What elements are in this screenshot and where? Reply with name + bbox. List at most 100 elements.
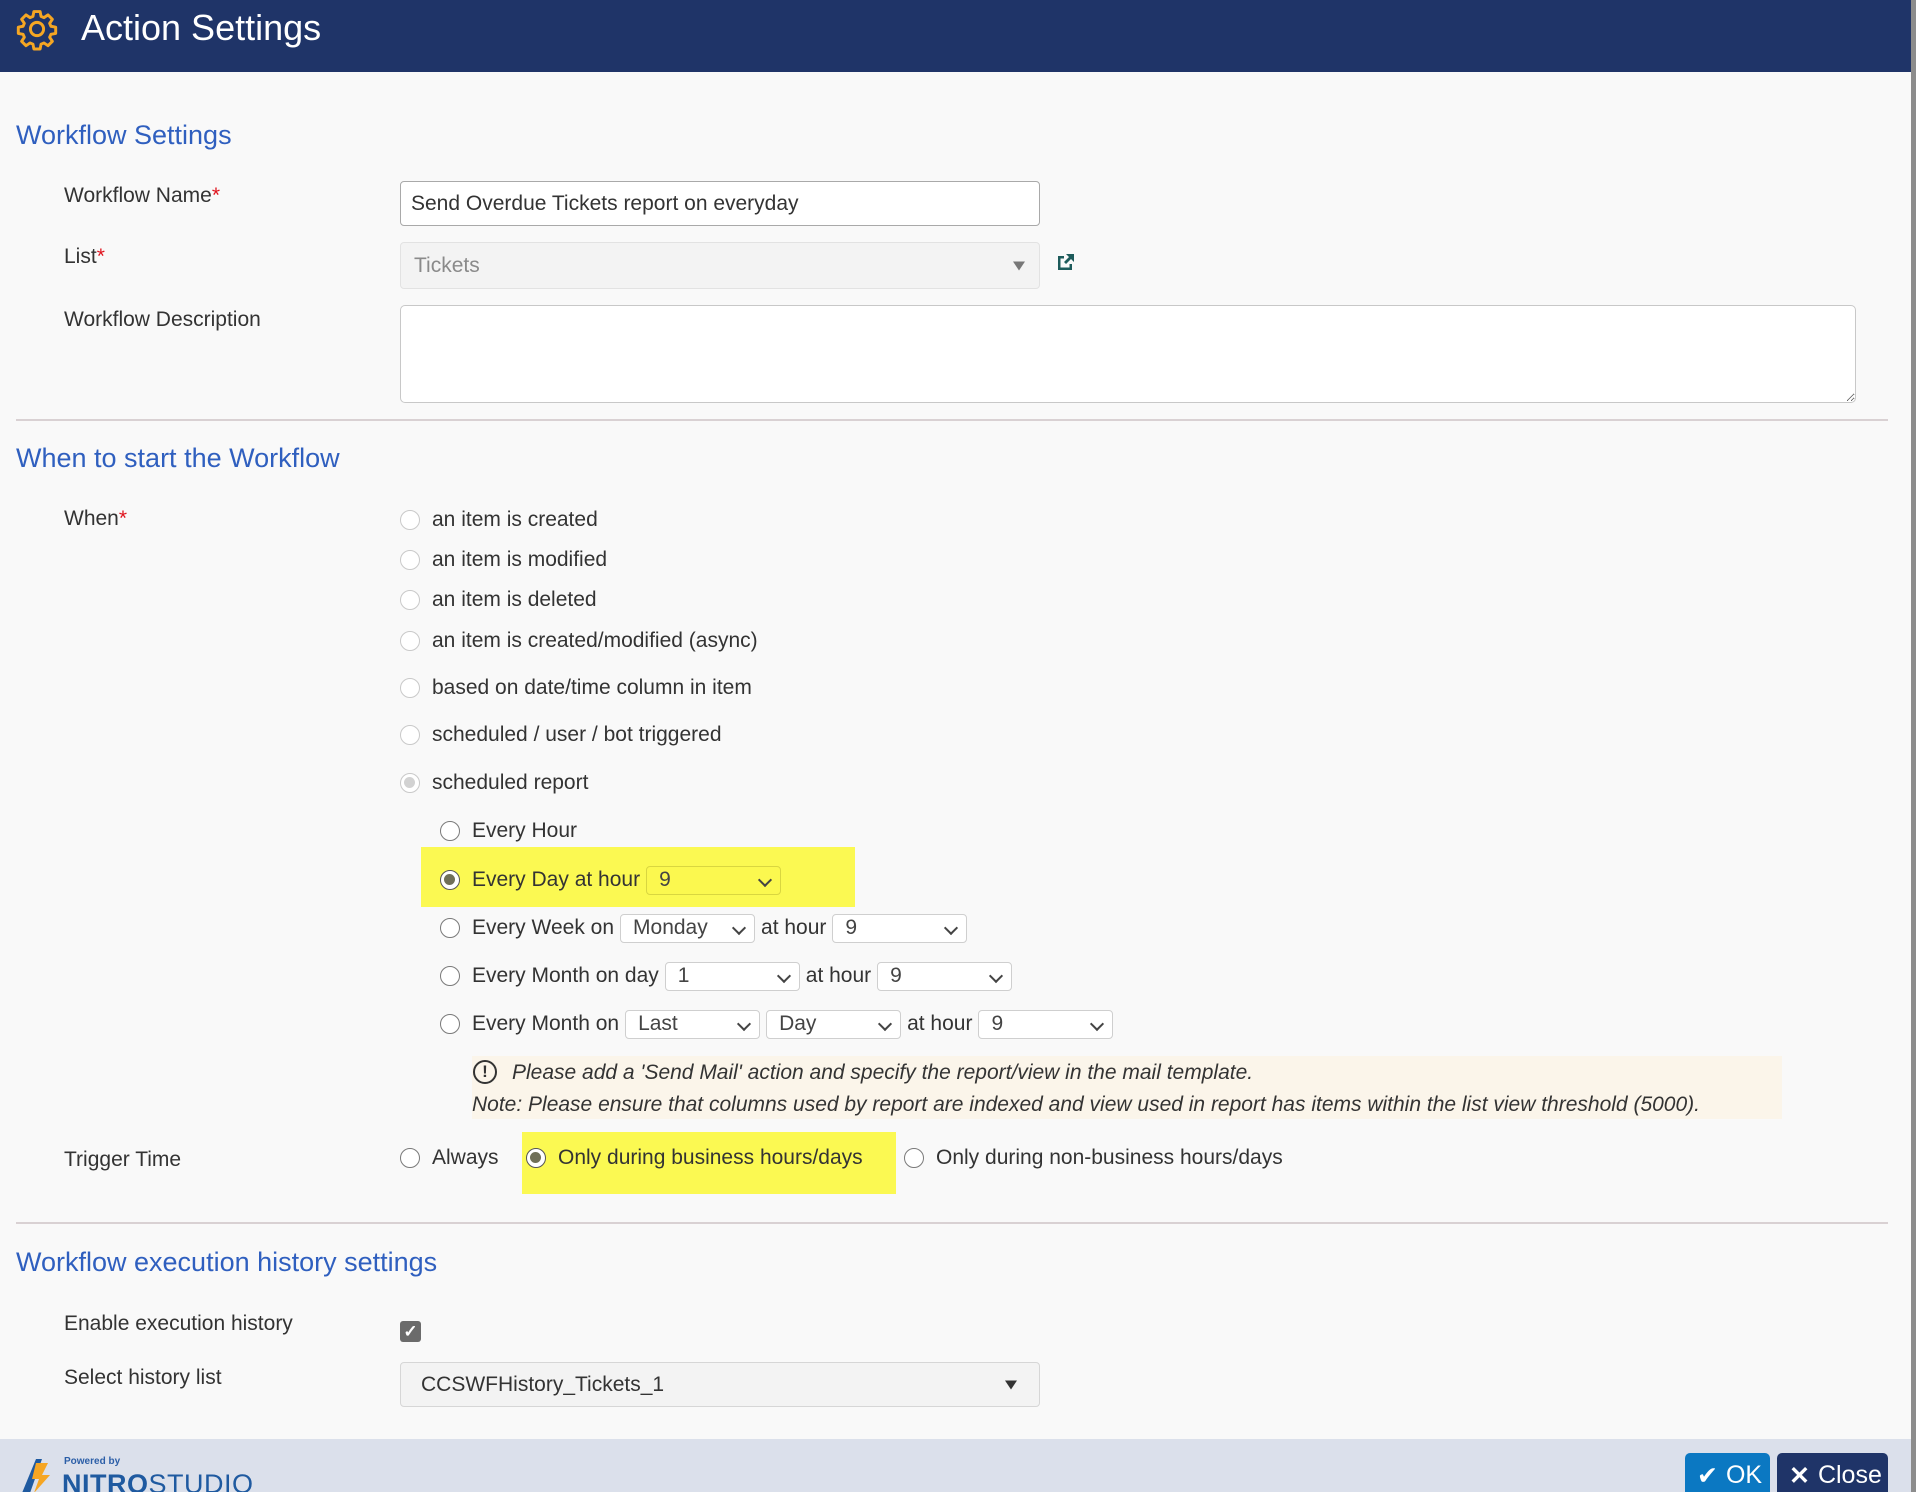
when-option-scheduled-report[interactable]: scheduled report (400, 768, 588, 798)
workflow-name-input[interactable] (400, 181, 1040, 226)
every-month-unit-select[interactable]: Day (766, 1009, 902, 1039)
select-value: 9 (890, 964, 902, 987)
close-label: Close (1817, 1461, 1882, 1489)
notice-line-2: Note: Please ensure that columns used by… (472, 1093, 1700, 1116)
radio-button-selected[interactable] (526, 1148, 546, 1168)
trigger-non-business-hours[interactable]: Only during non-business hours/days (904, 1143, 1283, 1173)
brand-text: NITROSTUDIO (62, 1469, 254, 1492)
every-week-hour-select[interactable]: 9 (832, 913, 968, 943)
required-marker: * (96, 245, 105, 268)
at-hour-label: at hour (761, 916, 827, 939)
every-month-on-hour-select[interactable]: 9 (978, 1009, 1114, 1039)
workflow-description-label: Workflow Description (64, 308, 261, 331)
chevron-down-icon (758, 872, 773, 887)
section-divider (16, 419, 1888, 421)
schedule-every-month-on[interactable]: Every Month on Last Day at hour 9 (440, 1009, 1119, 1039)
list-label-text: List (64, 245, 97, 268)
external-link-icon[interactable] (1056, 252, 1076, 272)
select-value: 9 (845, 916, 858, 939)
radio-label: Only during non-business hours/days (936, 1146, 1283, 1169)
list-select[interactable]: Tickets (400, 242, 1040, 289)
section-title-history: Workflow execution history settings (16, 1247, 438, 1277)
workflow-name-label: Workflow Name* (64, 183, 220, 209)
radio-label: Every Hour (472, 819, 578, 842)
radio-label: scheduled / user / bot triggered (432, 723, 722, 746)
when-label-text: When (64, 507, 119, 530)
radio-button[interactable] (904, 1148, 924, 1168)
dialog-footer: Powered by NITROSTUDIO ✔ OK ✕ Close (0, 1439, 1911, 1492)
select-history-label: Select history list (64, 1366, 222, 1389)
section-title-when-to-start: When to start the Workflow (16, 443, 340, 473)
every-day-hour-select[interactable]: 9 (646, 865, 782, 895)
nitro-bolt-icon (22, 1459, 50, 1492)
when-option-item-modified[interactable]: an item is modified (400, 545, 607, 575)
every-month-which-select[interactable]: Last (625, 1009, 761, 1039)
gear-icon (16, 10, 58, 51)
when-option-item-created[interactable]: an item is created (400, 505, 598, 535)
select-value: Day (779, 1012, 817, 1035)
radio-button[interactable] (400, 550, 420, 570)
ok-button[interactable]: ✔ OK (1685, 1453, 1770, 1492)
radio-button[interactable] (400, 590, 420, 610)
schedule-every-hour[interactable]: Every Hour (440, 816, 577, 846)
radio-button-selected[interactable] (440, 870, 460, 890)
radio-label: Always (432, 1146, 499, 1169)
radio-button[interactable] (400, 1148, 420, 1168)
schedule-every-week[interactable]: Every Week on Monday at hour 9 (440, 913, 973, 943)
radio-button[interactable] (440, 966, 460, 986)
close-button[interactable]: ✕ Close (1777, 1453, 1888, 1492)
chevron-down-icon (944, 920, 959, 935)
every-month-day-select[interactable]: 1 (664, 961, 800, 991)
when-option-date-time-column[interactable]: based on date/time column in item (400, 673, 752, 703)
notice-line-1: Please add a 'Send Mail' action and spec… (512, 1061, 1254, 1084)
chevron-down-icon (731, 920, 747, 935)
radio-button[interactable] (400, 510, 420, 530)
enable-history-checkbox[interactable]: ✓ (400, 1321, 421, 1342)
list-select-value: Tickets (414, 253, 480, 277)
chevron-down-icon (878, 1016, 893, 1031)
when-option-item-deleted[interactable]: an item is deleted (400, 585, 597, 615)
dialog-title: Action Settings (81, 7, 322, 48)
radio-label: based on date/time column in item (432, 676, 752, 699)
schedule-every-month-day[interactable]: Every Month on day 1 at hour 9 (440, 961, 1018, 991)
every-month-day-hour-select[interactable]: 9 (877, 961, 1013, 991)
ok-label: OK (1725, 1461, 1763, 1489)
radio-button[interactable] (400, 631, 420, 651)
radio-label: Only during business hours/days (558, 1146, 863, 1169)
trigger-business-hours[interactable]: Only during business hours/days (526, 1143, 863, 1173)
when-option-item-created-modified-async[interactable]: an item is created/modified (async) (400, 626, 758, 656)
radio-label: Every Month on (472, 1012, 620, 1035)
radio-button[interactable] (400, 678, 420, 698)
trigger-always[interactable]: Always (400, 1143, 499, 1173)
when-option-scheduled-user-bot[interactable]: scheduled / user / bot triggered (400, 720, 722, 750)
radio-button[interactable] (400, 725, 420, 745)
select-value: 9 (991, 1012, 1004, 1035)
powered-by-text: Powered by (64, 1456, 121, 1467)
brand-light: STUDIO (148, 1469, 254, 1492)
required-marker: * (211, 184, 220, 207)
history-list-value: CCSWFHistory_Tickets_1 (421, 1372, 665, 1396)
chevron-down-icon (1090, 1016, 1105, 1031)
required-marker: * (118, 507, 128, 530)
radio-button[interactable] (440, 918, 460, 938)
select-value: Monday (633, 916, 708, 939)
check-icon: ✔ (1697, 1461, 1718, 1490)
radio-label: Every Day at hour (472, 868, 641, 891)
radio-button[interactable] (440, 1014, 460, 1034)
radio-label: Every Week on (472, 916, 615, 939)
nitro-studio-logo: Powered by NITROSTUDIO (20, 1453, 260, 1492)
dialog-header: Action Settings (0, 0, 1916, 72)
at-hour-label: at hour (907, 1012, 973, 1035)
schedule-every-day[interactable]: Every Day at hour 9 (440, 865, 787, 895)
every-week-day-select[interactable]: Monday (620, 913, 756, 943)
workflow-description-textarea[interactable] (400, 305, 1856, 403)
caret-down-icon (1013, 261, 1025, 270)
radio-button-selected[interactable] (400, 773, 420, 793)
radio-button[interactable] (440, 821, 460, 841)
chevron-down-icon (989, 968, 1004, 983)
history-list-select[interactable]: CCSWFHistory_Tickets_1 (400, 1362, 1040, 1407)
list-label: List* (64, 244, 105, 270)
section-title-workflow-settings: Workflow Settings (16, 120, 232, 150)
close-icon: ✕ (1789, 1461, 1810, 1490)
workflow-name-label-text: Workflow Name (64, 184, 212, 207)
